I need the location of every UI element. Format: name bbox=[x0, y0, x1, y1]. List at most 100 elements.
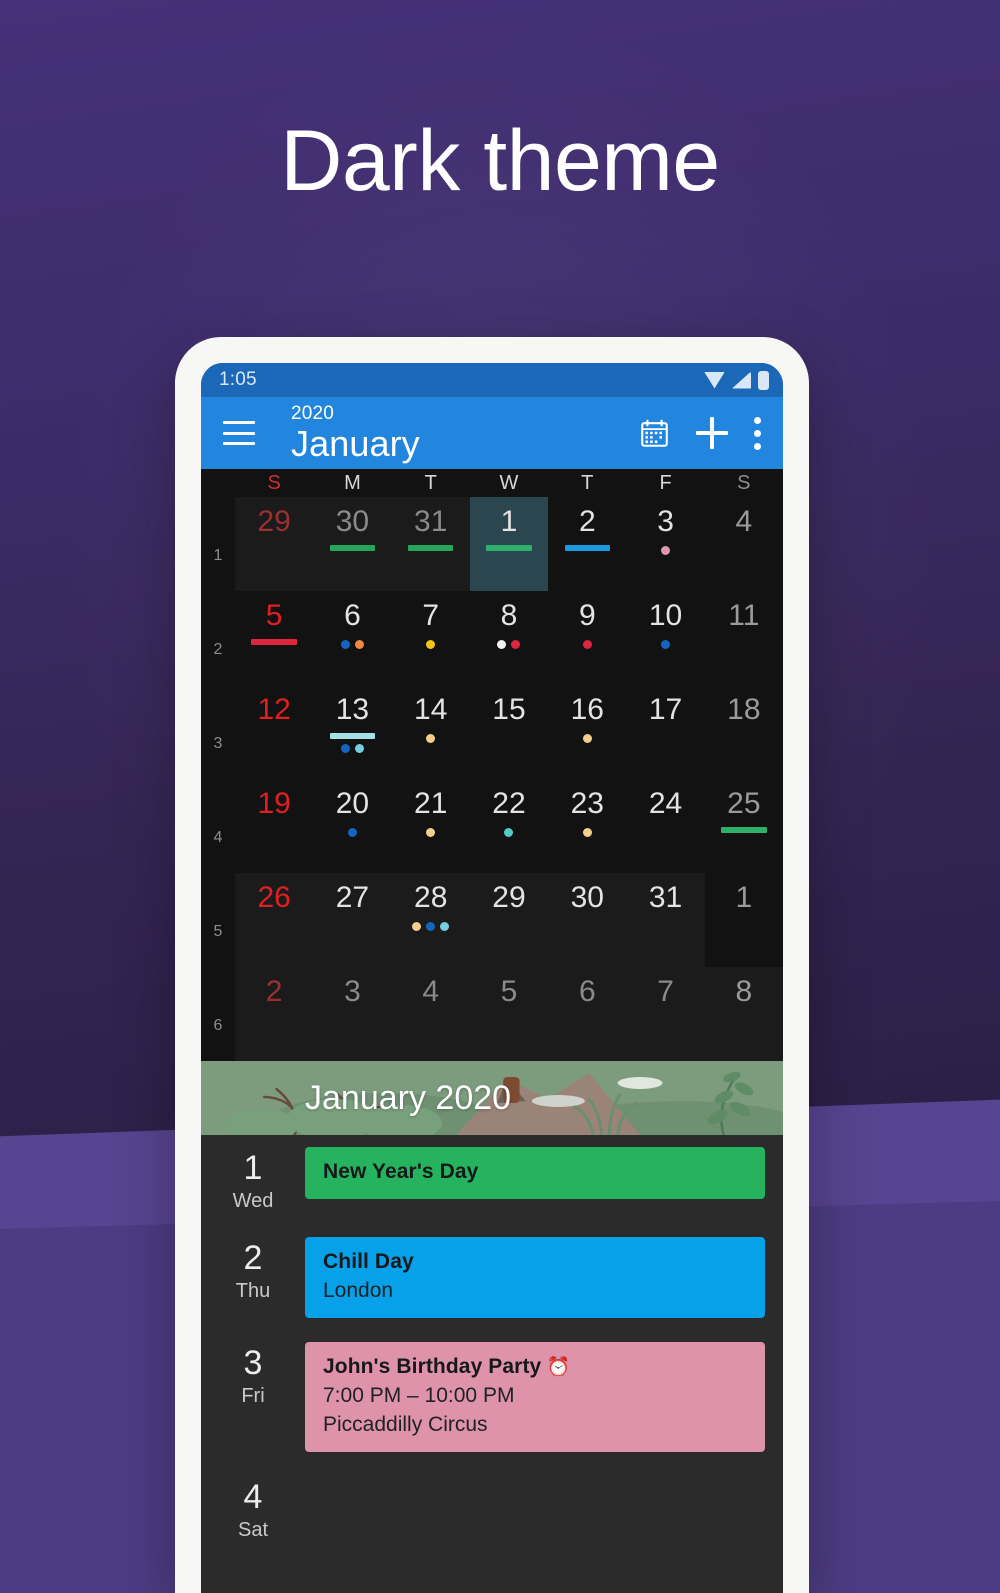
month-banner: January 2020 bbox=[201, 1061, 783, 1135]
event-dot bbox=[661, 545, 671, 555]
event-weekday: Sat bbox=[237, 1519, 269, 1541]
calendar-day-cell[interactable]: 30 bbox=[548, 873, 627, 967]
calendar-day-cell[interactable]: 30 bbox=[313, 497, 392, 591]
calendar-day-cell[interactable]: 1 bbox=[469, 497, 549, 591]
calendar-day-cell[interactable]: 6 bbox=[548, 967, 627, 1061]
event-title-text: New Year's Day bbox=[323, 1160, 479, 1183]
calendar-day-cell[interactable]: 4 bbox=[705, 497, 783, 591]
event-weekday: Wed bbox=[232, 1190, 274, 1212]
day-number: 7 bbox=[657, 975, 674, 1008]
calendar-week-row: 1 29 30 31 1 2 3 4 bbox=[201, 497, 783, 591]
calendar-day-cell[interactable]: 31 bbox=[626, 873, 705, 967]
hamburger-menu-icon[interactable] bbox=[223, 421, 255, 445]
day-number: 4 bbox=[422, 975, 440, 1008]
day-number: 28 bbox=[414, 881, 448, 914]
calendar-day-cell[interactable]: 8 bbox=[470, 591, 548, 685]
toolbar-month: January bbox=[291, 423, 420, 464]
calendar-day-cell[interactable]: 15 bbox=[470, 685, 548, 779]
battery-icon bbox=[758, 370, 769, 390]
event-dot bbox=[340, 743, 350, 753]
dow-saturday: S bbox=[737, 471, 751, 494]
calendar-day-cell[interactable]: 29 bbox=[469, 873, 549, 967]
calendar-day-cell[interactable]: 28 bbox=[391, 873, 470, 967]
event-chip[interactable]: New Year's Day bbox=[305, 1147, 765, 1199]
calendar-day-cell[interactable]: 4 bbox=[391, 967, 470, 1061]
event-row[interactable]: 1 Wed New Year's Day bbox=[201, 1135, 783, 1225]
day-number: 23 bbox=[570, 787, 604, 820]
event-bar bbox=[251, 638, 297, 645]
page-title: Dark theme bbox=[280, 113, 720, 209]
event-day-number: 4 bbox=[243, 1478, 263, 1516]
toolbar-title[interactable]: 2020 January bbox=[291, 404, 420, 462]
calendar-day-cell[interactable]: 21 bbox=[392, 779, 470, 873]
event-dot bbox=[354, 743, 364, 753]
calendar-week-row: 6 2 3 4 5 6 7 8 bbox=[201, 967, 783, 1061]
event-dot bbox=[511, 639, 521, 649]
day-number: 15 bbox=[492, 693, 526, 726]
day-number: 29 bbox=[492, 881, 526, 914]
phone-mockup: 1:05 2020 January S M T W T F S 1 29 30 … bbox=[175, 337, 809, 1593]
kebab-menu-icon[interactable] bbox=[754, 416, 761, 450]
calendar-icon[interactable] bbox=[639, 418, 670, 449]
calendar-day-cell[interactable]: 20 bbox=[313, 779, 391, 873]
event-dots bbox=[582, 733, 592, 743]
event-dots bbox=[426, 827, 436, 837]
calendar-day-cell[interactable]: 11 bbox=[705, 591, 783, 685]
event-dots bbox=[661, 545, 671, 555]
calendar-day-cell[interactable]: 18 bbox=[705, 685, 783, 779]
day-number: 8 bbox=[500, 599, 518, 632]
calendar-day-cell[interactable]: 7 bbox=[392, 591, 470, 685]
event-chip-stack bbox=[305, 1476, 765, 1542]
plus-icon[interactable] bbox=[696, 417, 728, 449]
event-chip[interactable]: John's Birthday Party ⏰ 7:00 PM – 10:00 P… bbox=[305, 1342, 765, 1452]
calendar-day-cell[interactable]: 7 bbox=[626, 967, 705, 1061]
day-number: 1 bbox=[500, 505, 518, 538]
calendar-day-cell[interactable]: 9 bbox=[548, 591, 626, 685]
calendar-day-cell[interactable]: 16 bbox=[548, 685, 626, 779]
event-row[interactable]: 3 Fri John's Birthday Party ⏰ 7:00 PM – 10:… bbox=[201, 1330, 783, 1464]
event-title: John's Birthday Party ⏰ bbox=[323, 1355, 747, 1379]
day-number: 22 bbox=[492, 787, 526, 820]
calendar-day-cell[interactable]: 24 bbox=[626, 779, 704, 873]
calendar-day-cell[interactable]: 19 bbox=[235, 779, 313, 873]
calendar-day-cell[interactable]: 25 bbox=[705, 779, 783, 873]
calendar-day-cell[interactable]: 14 bbox=[392, 685, 470, 779]
app-toolbar: 2020 January bbox=[201, 397, 783, 469]
event-dot bbox=[426, 827, 436, 837]
month-grid: S M T W T F S 1 29 30 31 1 2 3 4 2 5 6 7 8 9 10 11 3 12 13… bbox=[201, 469, 783, 1061]
calendar-day-cell[interactable]: 12 bbox=[235, 685, 313, 779]
day-number: 25 bbox=[727, 787, 761, 820]
calendar-day-cell[interactable]: 22 bbox=[470, 779, 548, 873]
calendar-day-cell[interactable]: 3 bbox=[313, 967, 392, 1061]
event-date-column: 3 Fri bbox=[201, 1342, 305, 1452]
calendar-day-cell[interactable]: 23 bbox=[548, 779, 626, 873]
calendar-day-cell[interactable]: 2 bbox=[548, 497, 626, 591]
calendar-day-cell[interactable]: 5 bbox=[469, 967, 549, 1061]
event-title-text: Chill Day bbox=[323, 1250, 414, 1273]
calendar-day-cell[interactable]: 31 bbox=[391, 497, 470, 591]
calendar-day-cell[interactable]: 1 bbox=[705, 873, 783, 967]
calendar-day-cell[interactable]: 29 bbox=[235, 497, 314, 591]
calendar-day-cell[interactable]: 5 bbox=[235, 591, 313, 685]
calendar-day-cell[interactable]: 8 bbox=[704, 967, 783, 1061]
event-row[interactable]: 2 Thu Chill Day London bbox=[201, 1225, 783, 1330]
event-chip[interactable]: Chill Day London bbox=[305, 1237, 765, 1318]
calendar-day-cell[interactable]: 2 bbox=[235, 967, 314, 1061]
day-number: 5 bbox=[265, 599, 283, 632]
event-dot bbox=[661, 639, 671, 649]
calendar-day-cell[interactable]: 26 bbox=[235, 873, 314, 967]
calendar-day-cell[interactable]: 10 bbox=[626, 591, 704, 685]
calendar-day-cell[interactable]: 6 bbox=[313, 591, 391, 685]
event-bar bbox=[721, 826, 767, 833]
calendar-day-cell[interactable]: 13 bbox=[313, 685, 391, 779]
event-row[interactable]: 4 Sat bbox=[201, 1464, 783, 1554]
event-list[interactable]: 1 Wed New Year's Day 2 Thu Chill Day London 3 Fr… bbox=[201, 1135, 783, 1593]
calendar-day-cell[interactable]: 27 bbox=[313, 873, 392, 967]
event-dot bbox=[582, 639, 592, 649]
event-dot bbox=[440, 921, 450, 931]
day-number: 11 bbox=[728, 599, 760, 632]
calendar-day-cell[interactable]: 3 bbox=[626, 497, 704, 591]
calendar-day-cell[interactable]: 17 bbox=[626, 685, 704, 779]
day-number: 4 bbox=[735, 505, 753, 538]
day-number: 30 bbox=[570, 881, 604, 914]
